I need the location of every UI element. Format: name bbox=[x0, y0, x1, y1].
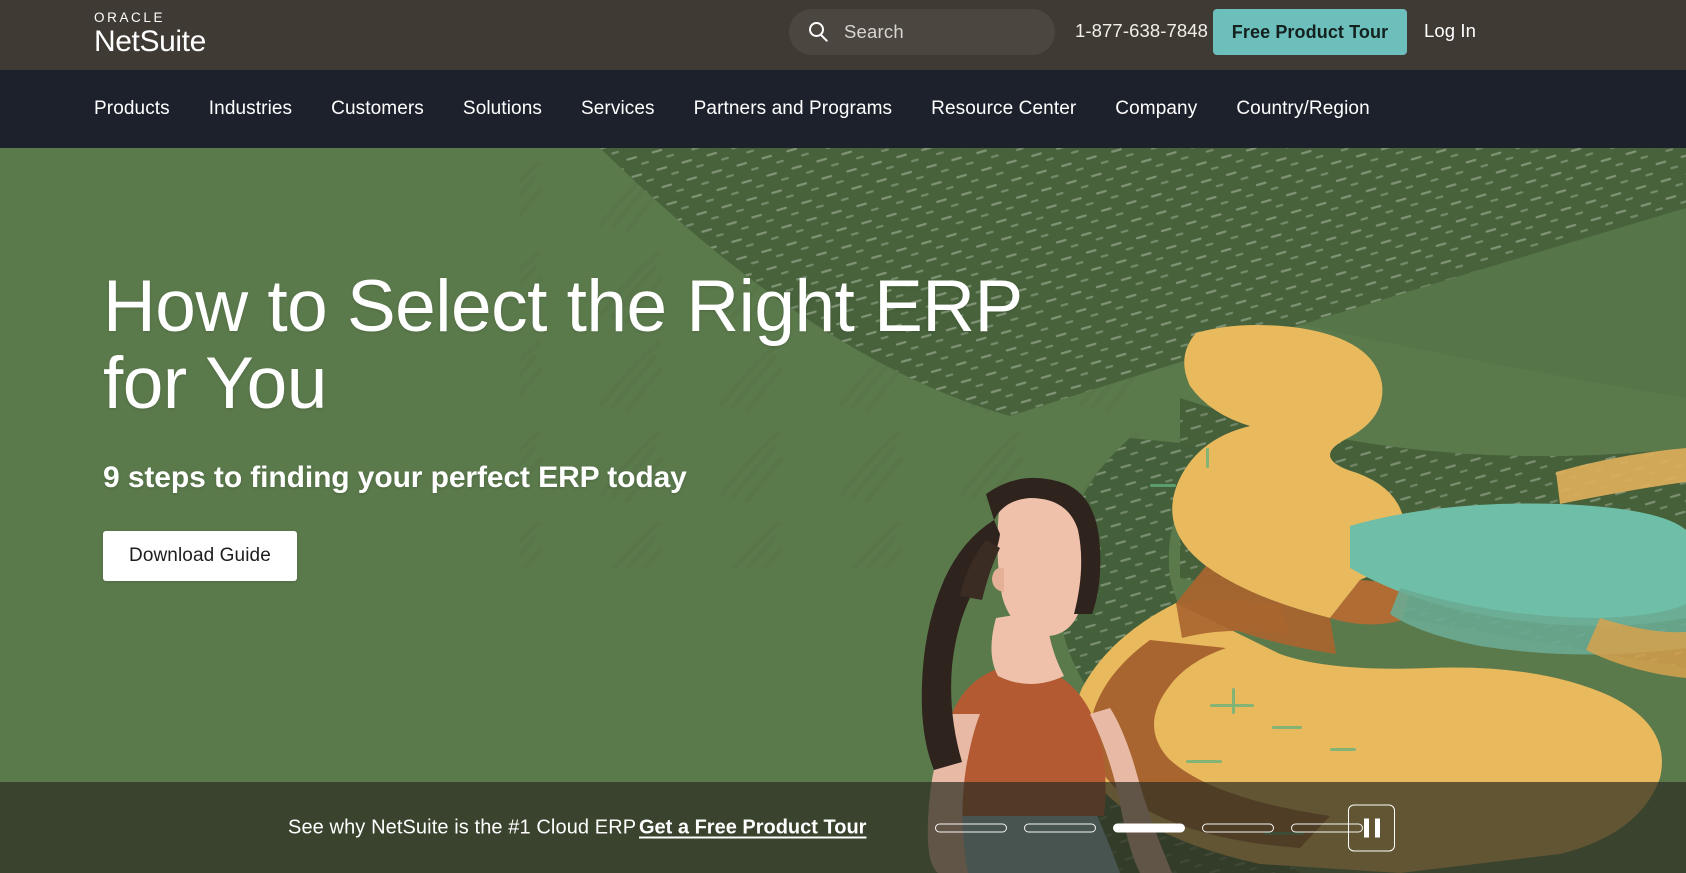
nav-item-company[interactable]: Company bbox=[1115, 92, 1197, 126]
log-in-link[interactable]: Log In bbox=[1424, 20, 1476, 42]
nav-item-country-region[interactable]: Country/Region bbox=[1236, 92, 1369, 126]
nav-item-partners-and-programs[interactable]: Partners and Programs bbox=[694, 92, 893, 126]
hero-subtitle: 9 steps to finding your perfect ERP toda… bbox=[103, 460, 687, 494]
main-navigation: Products Industries Customers Solutions … bbox=[0, 70, 1686, 148]
nav-item-industries[interactable]: Industries bbox=[209, 92, 292, 126]
search-input[interactable]: Search bbox=[789, 9, 1055, 55]
hero-content: How to Select the Right ERP for You 9 st… bbox=[103, 268, 1053, 581]
phone-number[interactable]: 1-877-638-7848 bbox=[1075, 20, 1208, 42]
search-icon bbox=[809, 21, 830, 43]
carousel-indicator-3[interactable] bbox=[1113, 823, 1185, 832]
carousel-indicator-1[interactable] bbox=[935, 823, 1007, 832]
pause-icon[interactable] bbox=[1348, 804, 1395, 851]
promo-text: See why NetSuite is the #1 Cloud ERP bbox=[288, 816, 637, 838]
nav-list: Products Industries Customers Solutions … bbox=[94, 92, 1370, 126]
netsuite-wordmark: NetSuite bbox=[94, 24, 206, 58]
carousel-indicator-2[interactable] bbox=[1024, 823, 1096, 832]
nav-item-resource-center[interactable]: Resource Center bbox=[931, 92, 1076, 126]
get-free-product-tour-link[interactable]: Get a Free Product Tour bbox=[639, 816, 866, 839]
search-placeholder: Search bbox=[844, 21, 904, 42]
download-guide-button[interactable]: Download Guide bbox=[103, 530, 297, 581]
nav-item-customers[interactable]: Customers bbox=[331, 92, 424, 126]
netsuite-homepage: ORACLE NetSuite Search 1-877-638-7848 Fr… bbox=[0, 0, 1686, 873]
nav-item-services[interactable]: Services bbox=[581, 92, 655, 126]
hero-carousel-slide: How to Select the Right ERP for You 9 st… bbox=[0, 148, 1686, 873]
nav-item-products[interactable]: Products bbox=[94, 92, 170, 126]
oracle-wordmark: ORACLE bbox=[94, 10, 166, 25]
top-utility-bar: ORACLE NetSuite Search 1-877-638-7848 Fr… bbox=[0, 0, 1686, 70]
nav-item-solutions[interactable]: Solutions bbox=[463, 92, 542, 126]
page-title: How to Select the Right ERP for You bbox=[103, 266, 1022, 425]
carousel-indicators bbox=[935, 823, 1363, 832]
promo-banner-inner: See why NetSuite is the #1 Cloud ERP Get… bbox=[0, 782, 1686, 873]
promo-banner: See why NetSuite is the #1 Cloud ERP Get… bbox=[0, 782, 1686, 873]
free-product-tour-button[interactable]: Free Product Tour bbox=[1213, 9, 1407, 55]
carousel-indicator-4[interactable] bbox=[1202, 823, 1274, 832]
oracle-netsuite-logo[interactable]: ORACLE NetSuite bbox=[94, 11, 206, 57]
